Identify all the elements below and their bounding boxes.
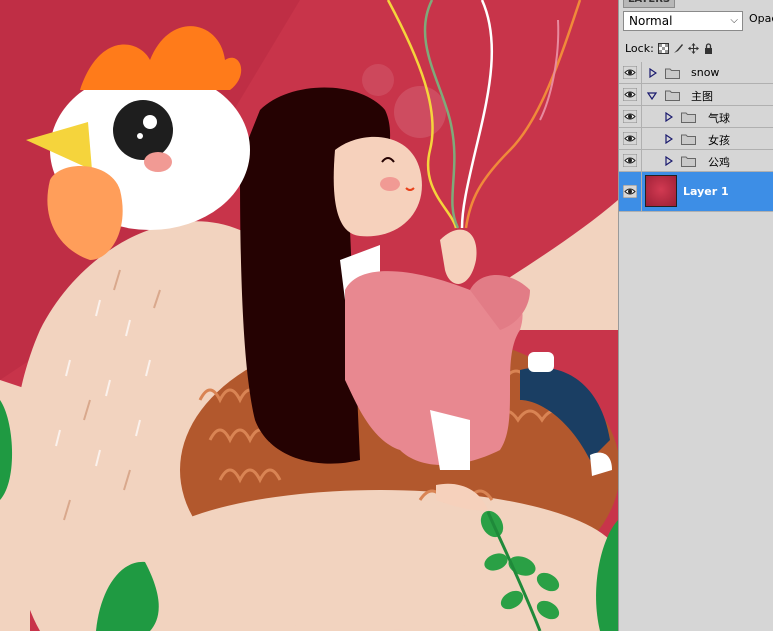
blend-mode-dropdown[interactable]: Normal ⌵ [623,11,743,31]
lock-move-icon[interactable] [687,42,699,54]
lock-transparent-icon[interactable] [657,42,669,54]
folder-icon [665,90,680,101]
eye-icon[interactable] [623,154,637,167]
layer-row-main[interactable]: 主图 [619,84,773,106]
blend-mode-value: Normal [629,14,673,28]
lock-all-icon[interactable] [703,42,714,54]
layer-row-girl[interactable]: 女孩 [619,128,773,150]
folder-icon [681,156,696,167]
lock-label: Lock: [625,41,654,55]
layer-row-balloon[interactable]: 气球 [619,106,773,128]
layer-name: 主图 [691,90,713,103]
layers-list: snow 主图 气球 女孩 公鸡 Layer 1 [619,62,773,212]
expand-triangle-icon[interactable] [665,134,673,144]
layer-row-layer-1[interactable]: Layer 1 [619,172,773,212]
layers-panel: LAYERS Normal ⌵ Opac Lock: [618,0,773,631]
expand-triangle-icon[interactable] [649,68,657,78]
folder-icon [681,112,696,123]
layer-name: 气球 [708,112,730,125]
lock-row: Lock: [625,40,714,56]
eye-icon[interactable] [623,110,637,123]
eye-icon[interactable] [623,66,637,79]
collapse-triangle-icon[interactable] [647,92,657,100]
expand-triangle-icon[interactable] [665,156,673,166]
layer-row-rooster[interactable]: 公鸡 [619,150,773,172]
folder-icon [665,68,680,79]
chevron-down-icon: ⌵ [730,15,738,26]
layer-thumbnail [645,175,677,207]
eye-icon[interactable] [623,132,637,145]
eye-icon[interactable] [623,88,637,101]
lock-paint-icon[interactable] [673,43,684,54]
folder-icon [681,134,696,145]
layers-panel-tab[interactable]: LAYERS [623,0,676,8]
illustration-artwork [0,0,618,631]
eye-icon[interactable] [623,185,637,198]
layer-name: snow [691,66,720,79]
document-canvas[interactable] [0,0,618,631]
layer-name: 公鸡 [708,156,730,169]
expand-triangle-icon[interactable] [665,112,673,122]
layer-row-snow[interactable]: snow [619,62,773,84]
layer-name: 女孩 [708,134,730,147]
layer-name: Layer 1 [683,185,729,198]
opacity-label: Opac [749,12,773,25]
